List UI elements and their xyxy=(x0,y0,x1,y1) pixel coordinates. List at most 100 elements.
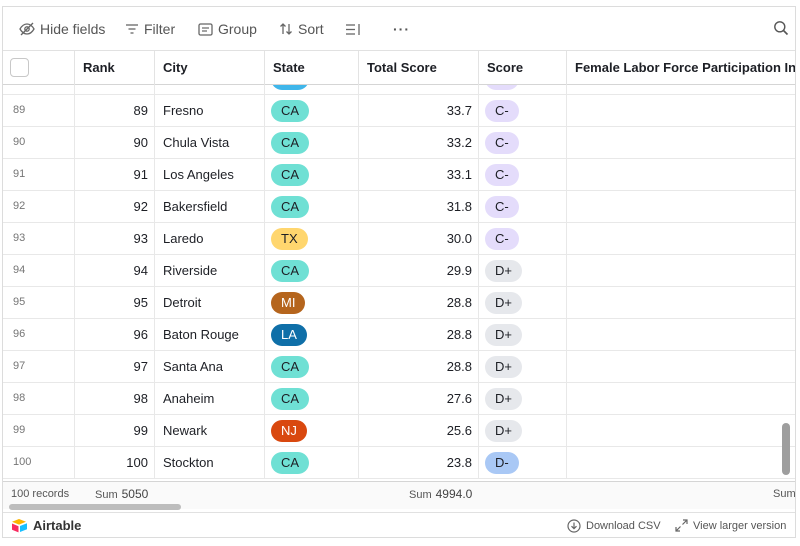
column-header-state[interactable]: State xyxy=(265,51,359,85)
city-cell[interactable]: Riverside xyxy=(155,255,265,286)
state-cell[interactable]: CA xyxy=(265,447,359,478)
table-row[interactable]: 95 95 Detroit MI 28.8 D+ xyxy=(3,287,795,319)
table-row[interactable]: 92 92 Bakersfield CA 31.8 C- xyxy=(3,191,795,223)
search-button[interactable] xyxy=(773,20,789,39)
download-csv-link[interactable]: Download CSV xyxy=(567,519,661,533)
score-cell[interactable]: D+ xyxy=(479,287,567,318)
city-cell[interactable]: Laredo xyxy=(155,223,265,254)
table-row[interactable]: 97 97 Santa Ana CA 28.8 D+ xyxy=(3,351,795,383)
total-score-cell[interactable]: 28.8 xyxy=(359,287,479,318)
rank-cell[interactable]: 88 xyxy=(75,85,155,94)
state-cell[interactable]: CA xyxy=(265,255,359,286)
state-cell[interactable]: CA xyxy=(265,95,359,126)
table-row[interactable]: 98 98 Anaheim CA 27.6 D+ xyxy=(3,383,795,415)
column-header-flfp[interactable]: Female Labor Force Participation Inde xyxy=(567,51,795,85)
state-cell[interactable]: NJ xyxy=(265,415,359,446)
table-row[interactable]: 100 100 Stockton CA 23.8 D- xyxy=(3,447,795,479)
flfp-cell[interactable] xyxy=(567,223,795,254)
flfp-cell[interactable] xyxy=(567,447,795,478)
city-cell[interactable]: Paradise xyxy=(155,85,265,94)
flfp-cell[interactable] xyxy=(567,159,795,190)
rank-cell[interactable]: 89 xyxy=(75,95,155,126)
city-cell[interactable]: Anaheim xyxy=(155,383,265,414)
rank-cell[interactable]: 93 xyxy=(75,223,155,254)
total-score-cell[interactable]: 33.1 xyxy=(359,159,479,190)
rank-sum[interactable]: Sum 5050 xyxy=(95,482,148,506)
rank-cell[interactable]: 99 xyxy=(75,415,155,446)
rank-cell[interactable]: 92 xyxy=(75,191,155,222)
city-cell[interactable]: Baton Rouge xyxy=(155,319,265,350)
table-row[interactable]: 94 94 Riverside CA 29.9 D+ xyxy=(3,255,795,287)
rank-cell[interactable]: 95 xyxy=(75,287,155,318)
table-row[interactable]: 8888ParadiseNV34.0C- xyxy=(3,85,795,95)
state-cell[interactable]: CA xyxy=(265,159,359,190)
column-header-city[interactable]: City xyxy=(155,51,265,85)
table-row[interactable]: 91 91 Los Angeles CA 33.1 C- xyxy=(3,159,795,191)
total-score-cell[interactable]: 25.6 xyxy=(359,415,479,446)
select-all-checkbox[interactable] xyxy=(10,58,29,77)
flfp-cell[interactable] xyxy=(567,415,795,446)
total-score-cell[interactable]: 23.8 xyxy=(359,447,479,478)
row-height-button[interactable] xyxy=(345,7,366,51)
table-row[interactable]: 99 99 Newark NJ 25.6 D+ xyxy=(3,415,795,447)
state-cell[interactable]: NV xyxy=(265,85,359,94)
score-cell[interactable]: D+ xyxy=(479,415,567,446)
score-cell[interactable]: C- xyxy=(479,191,567,222)
table-row[interactable]: 89 89 Fresno CA 33.7 C- xyxy=(3,95,795,127)
flfp-cell[interactable] xyxy=(567,191,795,222)
flfp-cell[interactable] xyxy=(567,383,795,414)
rank-cell[interactable]: 97 xyxy=(75,351,155,382)
view-larger-link[interactable]: View larger version xyxy=(675,519,786,532)
flfp-cell[interactable] xyxy=(567,351,795,382)
city-cell[interactable]: Newark xyxy=(155,415,265,446)
total-score-cell[interactable]: 33.2 xyxy=(359,127,479,158)
city-cell[interactable]: Bakersfield xyxy=(155,191,265,222)
total-score-cell[interactable]: 28.8 xyxy=(359,319,479,350)
score-cell[interactable]: C- xyxy=(479,95,567,126)
state-cell[interactable]: LA xyxy=(265,319,359,350)
total-score-cell[interactable]: 34.0 xyxy=(359,85,479,94)
airtable-logo[interactable]: Airtable xyxy=(11,518,81,533)
rank-cell[interactable]: 91 xyxy=(75,159,155,190)
total-score-cell[interactable]: 33.7 xyxy=(359,95,479,126)
flfp-cell[interactable] xyxy=(567,319,795,350)
total-score-cell[interactable]: 27.6 xyxy=(359,383,479,414)
table-row[interactable]: 90 90 Chula Vista CA 33.2 C- xyxy=(3,127,795,159)
filter-button[interactable]: Filter xyxy=(125,7,175,51)
state-cell[interactable]: CA xyxy=(265,127,359,158)
total-score-sum[interactable]: Sum 4994.0 xyxy=(409,482,472,506)
rank-cell[interactable]: 100 xyxy=(75,447,155,478)
score-cell[interactable]: D+ xyxy=(479,383,567,414)
score-cell[interactable]: D+ xyxy=(479,319,567,350)
more-options-button[interactable]: ··· xyxy=(393,7,410,51)
score-cell[interactable]: D+ xyxy=(479,255,567,286)
rank-cell[interactable]: 94 xyxy=(75,255,155,286)
score-cell[interactable]: D+ xyxy=(479,351,567,382)
column-header-total-score[interactable]: Total Score xyxy=(359,51,479,85)
state-cell[interactable]: CA xyxy=(265,351,359,382)
table-row[interactable]: 96 96 Baton Rouge LA 28.8 D+ xyxy=(3,319,795,351)
total-score-cell[interactable]: 29.9 xyxy=(359,255,479,286)
flfp-cell[interactable] xyxy=(567,85,795,94)
hide-fields-button[interactable]: Hide fields xyxy=(19,7,105,51)
state-cell[interactable]: MI xyxy=(265,287,359,318)
city-cell[interactable]: Los Angeles xyxy=(155,159,265,190)
rank-cell[interactable]: 96 xyxy=(75,319,155,350)
city-cell[interactable]: Chula Vista xyxy=(155,127,265,158)
city-cell[interactable]: Fresno xyxy=(155,95,265,126)
column-header-rank[interactable]: Rank xyxy=(75,51,155,85)
flfp-cell[interactable] xyxy=(567,127,795,158)
score-cell[interactable]: C- xyxy=(479,85,567,94)
horizontal-scrollbar[interactable] xyxy=(9,504,181,510)
state-cell[interactable]: TX xyxy=(265,223,359,254)
rank-cell[interactable]: 90 xyxy=(75,127,155,158)
score-cell[interactable]: C- xyxy=(479,127,567,158)
state-cell[interactable]: CA xyxy=(265,383,359,414)
city-cell[interactable]: Detroit xyxy=(155,287,265,318)
total-score-cell[interactable]: 28.8 xyxy=(359,351,479,382)
flfp-cell[interactable] xyxy=(567,255,795,286)
rank-cell[interactable]: 98 xyxy=(75,383,155,414)
city-cell[interactable]: Santa Ana xyxy=(155,351,265,382)
column-header-score[interactable]: Score xyxy=(479,51,567,85)
total-score-cell[interactable]: 30.0 xyxy=(359,223,479,254)
